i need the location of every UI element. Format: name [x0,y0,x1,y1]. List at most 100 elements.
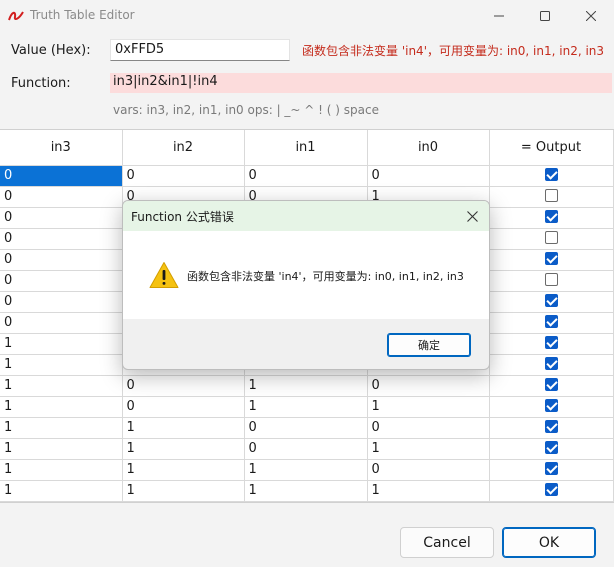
dialog-title: Function 公式错误 [131,210,234,224]
cell-in0[interactable]: 0 [367,417,490,439]
cell-output [489,186,614,208]
cell-in1[interactable]: 1 [244,375,368,397]
header-in3[interactable]: in3 [0,130,123,166]
cell-in3[interactable]: 1 [0,354,123,376]
output-checkbox-checked[interactable] [544,420,558,433]
table-row[interactable]: 1011 [0,396,614,418]
cell-in0[interactable]: 0 [367,165,490,187]
table-row[interactable]: 0000 [0,165,614,187]
output-checkbox-checked[interactable] [544,483,558,496]
error-message: 函数包含非法变量 'in4'，可用变量为: in0, in1, in2, in3 [302,44,605,58]
close-button[interactable] [568,0,614,32]
cell-in1[interactable]: 0 [244,165,368,187]
cell-in2[interactable]: 1 [122,417,245,439]
cell-in3[interactable]: 1 [0,333,123,355]
dialog-close-button[interactable] [463,207,481,225]
cell-in0[interactable]: 0 [367,375,490,397]
cell-in3[interactable]: 1 [0,438,123,460]
dialog-title-bar: Function 公式错误 [123,201,489,231]
cell-in0[interactable]: 1 [367,396,490,418]
table-row[interactable]: 1101 [0,438,614,460]
table-row[interactable]: 1100 [0,417,614,439]
close-icon [586,11,596,21]
output-checkbox-checked[interactable] [544,252,558,265]
cell-in1[interactable]: 1 [244,459,368,481]
cell-output [489,312,614,334]
error-dialog: Function 公式错误 函数包含非法变量 'in4'，可用变量为: in0,… [122,200,490,370]
cell-in3[interactable]: 1 [0,480,123,502]
output-checkbox-checked[interactable] [544,210,558,223]
output-checkbox-unchecked[interactable] [544,273,558,286]
output-checkbox-checked[interactable] [544,357,558,370]
cell-in3[interactable]: 0 [0,186,123,208]
minimize-button[interactable] [476,0,522,32]
header-in2[interactable]: in2 [122,130,245,166]
close-icon [466,210,478,222]
cell-in3[interactable]: 1 [0,375,123,397]
cell-in3[interactable]: 0 [0,249,123,271]
cell-output [489,333,614,355]
output-checkbox-checked[interactable] [544,315,558,328]
output-checkbox-checked[interactable] [544,462,558,475]
output-checkbox-unchecked[interactable] [544,231,558,244]
table-row[interactable]: 1111 [0,480,614,502]
cell-in2[interactable]: 1 [122,438,245,460]
dialog-body: 函数包含非法变量 'in4'，可用变量为: in0, in1, in2, in3 [123,231,489,319]
function-input[interactable]: in3|in2&in1|!in4 [110,73,612,93]
minimize-icon [494,15,504,17]
cell-in1[interactable]: 0 [244,417,368,439]
header-in0[interactable]: in0 [367,130,490,166]
cell-in1[interactable]: 1 [244,396,368,418]
dialog-ok-button[interactable]: 确定 [387,333,471,357]
cell-in2[interactable]: 0 [122,396,245,418]
cell-in2[interactable]: 0 [122,165,245,187]
cell-in3[interactable]: 0 [0,291,123,313]
cell-in3[interactable]: 0 [0,312,123,334]
cell-in3[interactable]: 0 [0,228,123,250]
table-header-row: in3 in2 in1 in0 = Output [0,130,614,166]
cell-output [489,228,614,250]
syntax-hint: vars: in3, in2, in1, in0 ops: | _~ ^ ! (… [113,103,379,117]
maximize-icon [540,11,550,21]
cell-in3[interactable]: 0 [0,207,123,229]
cell-output [489,270,614,292]
cell-in2[interactable]: 0 [122,375,245,397]
cell-in3[interactable]: 0 [0,165,123,187]
cell-output [489,375,614,397]
cell-output [489,459,614,481]
header-in1[interactable]: in1 [244,130,368,166]
cell-output [489,396,614,418]
output-checkbox-unchecked[interactable] [544,189,558,202]
table-row[interactable]: 1110 [0,459,614,481]
cancel-button[interactable]: Cancel [400,527,494,558]
output-checkbox-checked[interactable] [544,399,558,412]
cell-output [489,480,614,502]
output-checkbox-checked[interactable] [544,378,558,391]
output-checkbox-checked[interactable] [544,168,558,181]
cell-in1[interactable]: 1 [244,480,368,502]
header-output[interactable]: = Output [489,130,614,166]
cell-in3[interactable]: 1 [0,396,123,418]
table-row[interactable]: 1010 [0,375,614,397]
function-label: Function: [11,76,71,91]
cell-in0[interactable]: 1 [367,480,490,502]
hex-value-input[interactable]: 0xFFD5 [110,39,290,61]
cell-in3[interactable]: 1 [0,417,123,439]
output-checkbox-checked[interactable] [544,294,558,307]
cell-output [489,249,614,271]
cell-in1[interactable]: 0 [244,438,368,460]
cell-in2[interactable]: 1 [122,480,245,502]
cell-output [489,438,614,460]
cell-in0[interactable]: 0 [367,459,490,481]
cell-in0[interactable]: 1 [367,438,490,460]
output-checkbox-checked[interactable] [544,336,558,349]
output-checkbox-checked[interactable] [544,441,558,454]
cell-in3[interactable]: 0 [0,270,123,292]
cell-in3[interactable]: 1 [0,459,123,481]
app-logo-icon [8,11,24,21]
cell-in2[interactable]: 1 [122,459,245,481]
ok-button[interactable]: OK [502,527,596,558]
maximize-button[interactable] [522,0,568,32]
title-bar: Truth Table Editor [0,0,614,32]
cell-output [489,417,614,439]
